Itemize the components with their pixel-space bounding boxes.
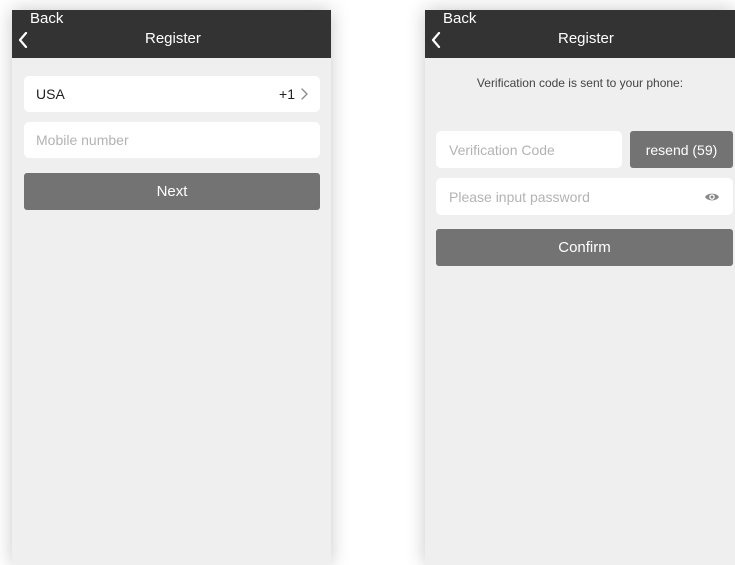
password-placeholder: Please input password (449, 188, 590, 205)
verification-code-placeholder: Verification Code (449, 141, 555, 158)
mobile-number-input[interactable]: Mobile number (24, 122, 320, 158)
verification-phone-screen: Back Register Verification code is sent … (425, 10, 735, 565)
chevron-right-icon (301, 88, 308, 100)
back-label: Back (30, 10, 64, 27)
eye-icon[interactable] (704, 191, 720, 203)
chevron-left-icon (18, 32, 28, 48)
confirm-button[interactable]: Confirm (436, 229, 733, 266)
register-phone-screen: Back Register USA +1 Mobile number Next (12, 10, 331, 565)
stage: Back Register USA +1 Mobile number Next (0, 0, 735, 565)
verification-code-input[interactable]: Verification Code (436, 131, 622, 168)
country-code: +1 (279, 86, 295, 102)
resend-button[interactable]: resend (59) (630, 131, 733, 168)
back-button[interactable]: Back (18, 10, 63, 58)
mobile-number-placeholder: Mobile number (36, 132, 129, 148)
navbar: Back Register (425, 10, 735, 58)
password-input[interactable]: Please input password (436, 178, 733, 215)
country-selector[interactable]: USA +1 (24, 76, 320, 112)
country-name: USA (36, 86, 65, 102)
navbar: Back Register (12, 10, 331, 58)
page-title: Register (558, 30, 614, 47)
country-code-group: +1 (279, 86, 308, 102)
verification-info-text: Verification code is sent to your phone: (476, 76, 684, 90)
page-title: Register (145, 30, 201, 47)
back-label: Back (443, 10, 477, 27)
chevron-left-icon (431, 32, 441, 48)
next-button[interactable]: Next (24, 173, 320, 210)
back-button[interactable]: Back (431, 10, 476, 58)
